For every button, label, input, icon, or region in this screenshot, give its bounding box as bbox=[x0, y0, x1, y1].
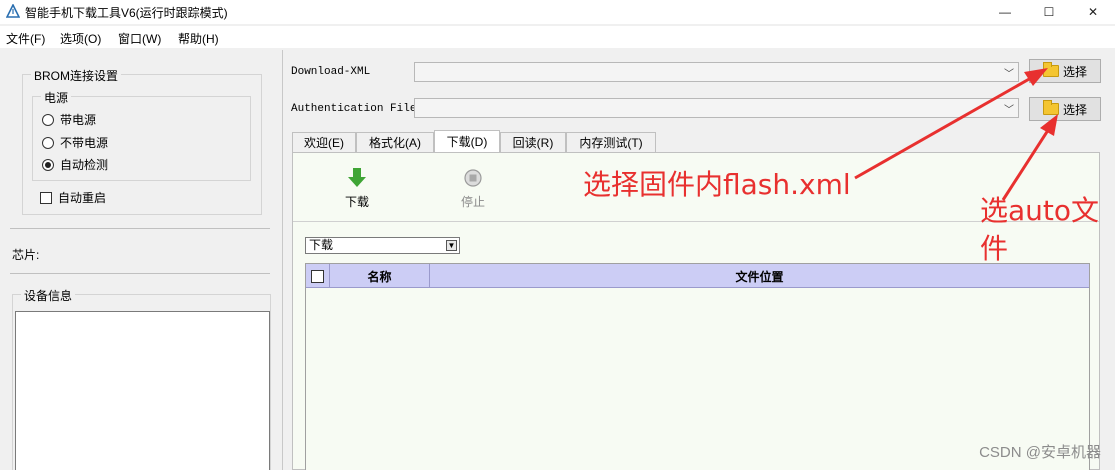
minimize-icon: — bbox=[999, 5, 1011, 19]
select-all-checkbox[interactable] bbox=[311, 269, 324, 283]
radio-indicator bbox=[42, 136, 54, 149]
brom-settings-title: BROM连接设置 bbox=[31, 67, 122, 84]
download-xml-combo[interactable]: ﹀ bbox=[414, 62, 1019, 82]
device-info-textarea[interactable] bbox=[15, 311, 270, 470]
tab-label: 回读(R) bbox=[512, 136, 554, 150]
radio-auto-detect[interactable]: 自动检测 bbox=[42, 156, 108, 173]
header-label: 名称 bbox=[367, 269, 392, 284]
annotation-text-auto-file-2: 件 bbox=[980, 232, 1009, 265]
title-bar: 智能手机下载工具V6(运行时跟踪模式) — ☐ ✕ bbox=[0, 0, 1115, 24]
select-button-label: 选择 bbox=[1062, 102, 1087, 117]
radio-indicator bbox=[42, 113, 54, 126]
select-button-label: 选择 bbox=[1062, 64, 1087, 79]
select-download-xml-button[interactable]: 选择 bbox=[1029, 59, 1101, 83]
menu-window[interactable]: 窗口(W) bbox=[118, 30, 161, 47]
toolbar-divider bbox=[293, 221, 1099, 222]
chevron-down-icon: ﹀ bbox=[1004, 69, 1014, 80]
divider bbox=[10, 273, 270, 274]
download-arrow-icon bbox=[348, 168, 366, 187]
device-info-title: 设备信息 bbox=[21, 287, 76, 304]
name-column-header[interactable]: 名称 bbox=[330, 264, 430, 288]
chevron-down-icon: ﹀ bbox=[1004, 105, 1014, 116]
close-icon: ✕ bbox=[1087, 5, 1099, 19]
auth-file-combo[interactable]: ﹀ bbox=[414, 98, 1019, 118]
radio-without-power[interactable]: 不带电源 bbox=[42, 134, 108, 151]
download-button-label: 下载 bbox=[345, 195, 370, 209]
radio-with-power[interactable]: 带电源 bbox=[42, 111, 96, 128]
tab-readback[interactable]: 回读(R) bbox=[500, 132, 566, 152]
power-group-title: 电源 bbox=[41, 89, 72, 106]
divider bbox=[10, 228, 270, 229]
menu-bar: 文件(F) 选项(O) 窗口(W) 帮助(H) bbox=[0, 26, 1115, 48]
stop-button[interactable]: 停止 bbox=[461, 167, 485, 210]
dropdown-arrow-icon: ▼ bbox=[446, 240, 457, 251]
auth-file-label: Authentication File bbox=[291, 103, 417, 115]
annotation-text-flash-xml: 选择固件内flash.xml bbox=[583, 168, 851, 201]
menu-file[interactable]: 文件(F) bbox=[6, 30, 45, 47]
header-label: 文件位置 bbox=[735, 269, 784, 284]
tab-label: 下载(D) bbox=[446, 135, 488, 149]
stop-button-label: 停止 bbox=[461, 195, 486, 209]
annotation-text-auto-file: 选auto文 bbox=[980, 194, 1100, 227]
tab-format[interactable]: 格式化(A) bbox=[356, 132, 434, 152]
watermark: CSDN @安卓机器 bbox=[979, 444, 1101, 461]
download-button[interactable]: 下载 bbox=[345, 167, 369, 210]
maximize-button[interactable]: ☐ bbox=[1026, 0, 1072, 24]
folder-icon bbox=[1042, 100, 1059, 115]
mode-select[interactable]: 下载 ▼ bbox=[305, 237, 460, 254]
checkbox-box bbox=[40, 191, 52, 204]
radio-label: 自动检测 bbox=[60, 158, 109, 172]
tab-welcome[interactable]: 欢迎(E) bbox=[292, 132, 356, 152]
menu-options[interactable]: 选项(O) bbox=[60, 30, 101, 47]
menu-help[interactable]: 帮助(H) bbox=[178, 30, 219, 47]
stop-icon bbox=[464, 169, 482, 187]
window-title: 智能手机下载工具V6(运行时跟踪模式) bbox=[25, 6, 228, 20]
tab-download[interactable]: 下载(D) bbox=[434, 130, 500, 152]
table-header: 名称 文件位置 bbox=[306, 264, 1089, 288]
radio-label: 带电源 bbox=[60, 113, 97, 127]
mode-select-value: 下载 bbox=[309, 238, 334, 252]
tab-memory-test[interactable]: 内存测试(T) bbox=[566, 132, 656, 152]
auto-restart-checkbox[interactable]: 自动重启 bbox=[40, 189, 106, 206]
maximize-icon: ☐ bbox=[1043, 5, 1055, 19]
select-all-header[interactable] bbox=[306, 264, 330, 288]
tab-label: 欢迎(E) bbox=[304, 136, 344, 150]
radio-label: 不带电源 bbox=[60, 136, 109, 150]
power-group: 电源 带电源 不带电源 自动检测 bbox=[32, 89, 251, 181]
device-info-group: 设备信息 bbox=[12, 287, 271, 470]
brom-settings-group: BROM连接设置 电源 带电源 不带电源 自动检测 自动重启 bbox=[22, 67, 262, 215]
download-xml-label: Download-XML bbox=[291, 66, 371, 78]
panel-splitter[interactable] bbox=[282, 50, 283, 470]
auto-restart-label: 自动重启 bbox=[58, 191, 107, 205]
file-table: 名称 文件位置 bbox=[305, 263, 1090, 470]
tab-label: 格式化(A) bbox=[369, 136, 421, 150]
app-logo-icon bbox=[6, 4, 20, 18]
minimize-button[interactable]: — bbox=[982, 0, 1028, 24]
tab-label: 内存测试(T) bbox=[579, 136, 643, 150]
select-auth-file-button[interactable]: 选择 bbox=[1029, 97, 1101, 121]
chip-label: 芯片: bbox=[12, 248, 40, 262]
close-button[interactable]: ✕ bbox=[1070, 0, 1115, 24]
left-panel: BROM连接设置 电源 带电源 不带电源 自动检测 自动重启 芯片: 设备信息 bbox=[0, 50, 282, 470]
radio-indicator-checked bbox=[42, 158, 54, 171]
folder-icon bbox=[1042, 62, 1059, 77]
